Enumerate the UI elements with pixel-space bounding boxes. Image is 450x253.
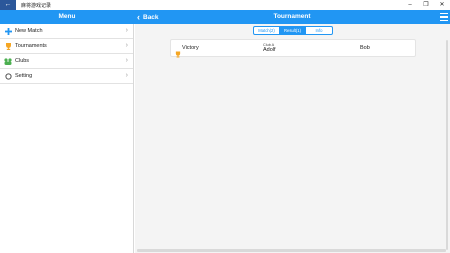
sidebar-item-label: Clubs: [15, 58, 30, 64]
tab-match[interactable]: Match(2): [254, 27, 280, 34]
segment-tabs: Match(2) Result(1) Info: [253, 26, 333, 35]
trophy-icon: [175, 45, 181, 63]
plus-icon: [4, 27, 12, 35]
vertical-scrollbar[interactable]: [446, 40, 448, 250]
page-title: Tournament: [273, 13, 311, 20]
sidebar-item-new-match[interactable]: New Match ›: [0, 24, 133, 39]
settings-circle-icon: [4, 72, 12, 80]
tab-result[interactable]: Result(1): [280, 27, 306, 34]
sidebar-item-setting[interactable]: Setting ›: [0, 69, 133, 84]
trophy-icon: [4, 42, 12, 50]
restore-button[interactable]: ❐: [418, 0, 434, 10]
clubs-icon: [4, 57, 12, 65]
chevron-right-icon: ›: [125, 42, 128, 49]
chevron-right-icon: ›: [125, 57, 128, 64]
sidebar-item-label: Setting: [15, 73, 33, 79]
chevron-left-icon: ‹: [137, 12, 140, 22]
player-one-name: Adolf: [263, 47, 276, 53]
result-row[interactable]: Victory Club A Adolf Bob: [170, 39, 416, 58]
hamburger-menu-icon[interactable]: [440, 13, 448, 21]
main-content: Match(2) Result(1) Info Victory Club A A…: [135, 24, 450, 253]
sidebar-item-label: Tournaments: [15, 43, 47, 49]
chevron-right-icon: ›: [125, 72, 128, 79]
minimize-button[interactable]: –: [402, 0, 418, 10]
result-label: Victory: [182, 45, 199, 51]
window-controls: – ❐ ✕: [402, 0, 450, 10]
sidebar-item-tournaments[interactable]: Tournaments ›: [0, 39, 133, 54]
back-button[interactable]: ‹ Back: [137, 10, 159, 24]
sidebar-item-label: New Match: [15, 28, 43, 34]
menu-title: Menu: [58, 13, 76, 20]
player-two-name: Bob: [360, 45, 370, 51]
back-label: Back: [143, 13, 159, 21]
window-title: 麻将游戏记录: [21, 2, 52, 9]
window-titlebar: ← 麻将游戏记录 – ❐ ✕: [0, 0, 450, 10]
window-back-button[interactable]: ←: [0, 0, 16, 10]
chevron-right-icon: ›: [125, 27, 128, 34]
sidebar-item-clubs[interactable]: Clubs ›: [0, 54, 133, 69]
tab-info[interactable]: Info: [306, 27, 332, 34]
sidebar: New Match › Tournaments › Clubs › Settin…: [0, 24, 134, 253]
app-header: Menu Tournament ‹ Back: [0, 10, 450, 24]
horizontal-scrollbar[interactable]: [137, 249, 446, 252]
close-button[interactable]: ✕: [434, 0, 450, 10]
